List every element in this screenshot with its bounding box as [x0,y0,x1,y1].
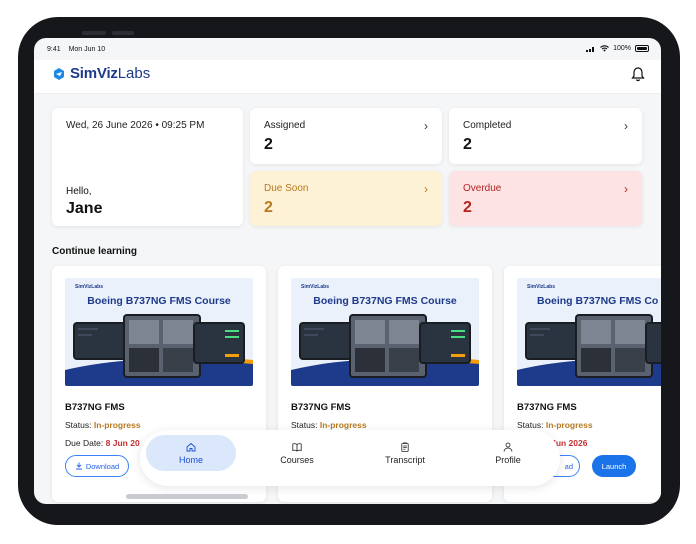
thumbnail-logo: SimVizLabs [301,284,329,290]
course-status: Status: In-progress [291,420,367,430]
device-illustration [575,314,653,378]
bell-icon[interactable] [631,66,645,82]
brand-suffix: Labs [117,65,151,82]
status-bar: 9:41 Mon Jun 10 100% [34,38,661,60]
nav-courses[interactable]: Courses [252,435,342,471]
download-label: ad [564,461,573,471]
course-thumbnail[interactable]: SimVizLabs Boeing B737NG FMS Course [291,278,479,386]
nav-transcript[interactable]: Transcript [360,435,450,471]
book-icon [292,442,302,451]
chevron-right-icon: › [424,182,428,196]
status-value: In-progress [93,420,141,430]
status-value: In-progress [545,420,593,430]
device-illustration [645,322,661,364]
completed-card[interactable]: Completed 2 › [449,108,642,164]
nav-courses-label: Courses [280,454,314,465]
app-screen: 9:41 Mon Jun 10 100% SimViz Labs Wed, 26… [34,38,661,504]
course-title: B737NG FMS [517,402,577,413]
status-label: Status: [291,420,318,430]
course-status: Status: In-progress [517,420,593,430]
device-illustration [349,314,427,378]
nav-home-label: Home [178,454,203,465]
course-due-date: Due Date: 8 Jun 20 [65,438,140,448]
continue-learning-heading: Continue learning [52,246,137,257]
assigned-label: Assigned [264,120,306,131]
user-name: Jane [66,200,103,217]
course-title: B737NG FMS [291,402,351,413]
signal-icon [586,46,596,52]
course-thumbnail[interactable]: SimVizLabs Boeing B737NG FMS Co [517,278,661,386]
bottom-navigation: Home Courses Transcript Profile [140,430,560,486]
device-illustration [123,314,201,378]
launch-button[interactable]: Launch [592,455,636,477]
course-thumbnail[interactable]: SimVizLabs Boeing B737NG FMS Course [65,278,253,386]
chevron-right-icon: › [624,182,628,196]
brand-name: SimViz [70,65,118,82]
volume-button [112,31,134,35]
nav-transcript-label: Transcript [385,454,425,465]
completed-label: Completed [463,120,512,131]
thumbnail-title: Boeing B737NG FMS Course [87,295,231,307]
due-date-value: 8 Jun 20 [105,438,140,448]
app-header: SimViz Labs [34,60,661,94]
download-label: Download [85,461,120,471]
brand-logo[interactable]: SimViz Labs [52,65,150,82]
greeting-text: Hello, [66,186,92,197]
due-soon-label: Due Soon [264,183,309,194]
nav-profile[interactable]: Profile [463,435,553,471]
home-indicator[interactable] [126,494,248,499]
assigned-count: 2 [264,136,273,153]
status-time: 9:41 [47,46,61,53]
chevron-right-icon: › [624,119,628,133]
thumbnail-title: Boeing B737NG FMS Course [313,295,457,307]
battery-icon [635,45,649,52]
overdue-count: 2 [463,199,472,216]
thumbnail-logo: SimVizLabs [75,284,103,290]
download-button[interactable]: Download [65,455,129,477]
home-icon [186,442,196,451]
course-status: Status: In-progress [65,420,141,430]
current-datetime: Wed, 26 June 2026 • 09:25 PM [66,120,205,131]
logo-mark-icon [54,67,64,80]
thumbnail-title: Boeing B737NG FMS Co [537,295,659,307]
volume-button [82,31,106,35]
due-date-label: Due Date: [65,438,104,448]
clipboard-icon [401,441,409,452]
status-label: Status: [517,420,544,430]
status-date: Mon Jun 10 [68,46,106,53]
download-icon [75,462,82,470]
device-illustration [419,322,471,364]
greeting-card: Wed, 26 June 2026 • 09:25 PM Hello, Jane [52,108,243,226]
completed-count: 2 [463,136,472,153]
device-illustration [299,322,353,360]
nav-profile-label: Profile [495,454,521,465]
overdue-card[interactable]: Overdue 2 › [449,171,642,226]
course-title: B737NG FMS [65,402,125,413]
battery-text: 100% [613,45,631,52]
device-illustration [193,322,245,364]
chevron-right-icon: › [424,119,428,133]
overdue-label: Overdue [463,183,502,194]
thumbnail-logo: SimVizLabs [527,284,555,290]
status-value: In-progress [319,420,367,430]
wifi-icon [600,45,609,52]
device-illustration [525,322,579,360]
status-label: Status: [65,420,92,430]
due-soon-count: 2 [264,199,273,216]
assigned-card[interactable]: Assigned 2 › [250,108,442,164]
device-illustration [73,322,127,360]
nav-home[interactable]: Home [146,435,236,471]
launch-label: Launch [601,461,627,471]
user-icon [503,442,513,452]
due-soon-card[interactable]: Due Soon 2 › [250,171,442,226]
